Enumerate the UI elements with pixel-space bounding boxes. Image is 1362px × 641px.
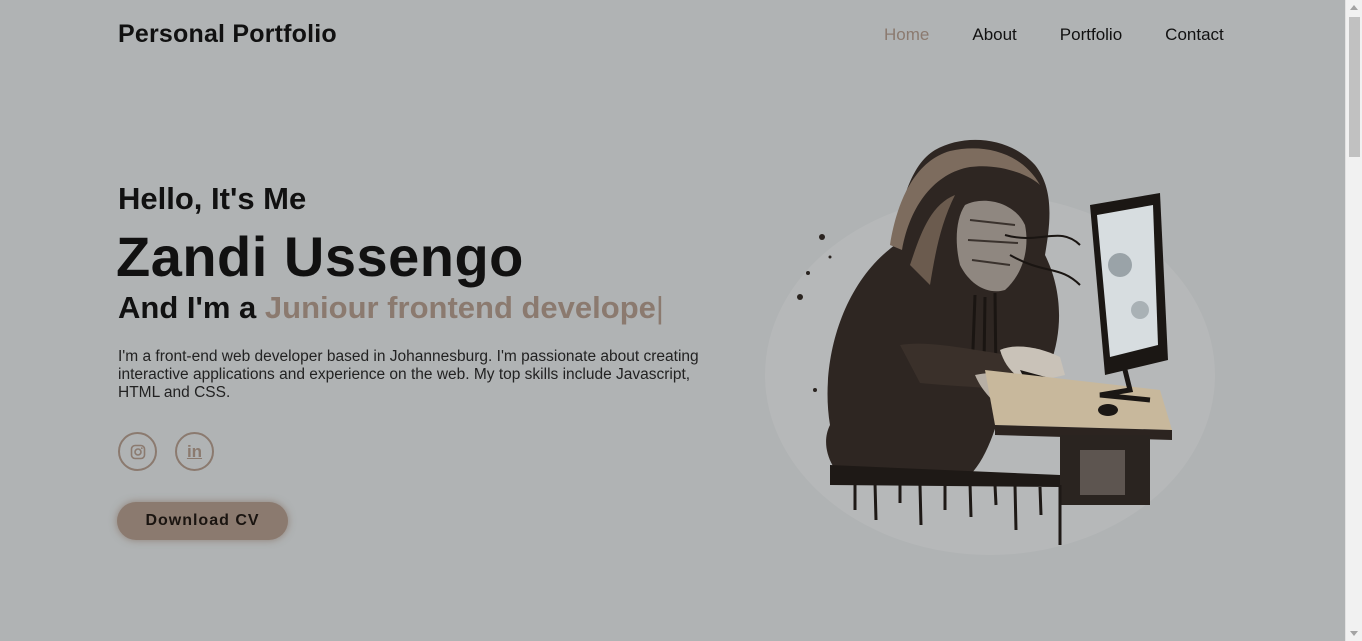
nav-about[interactable]: About xyxy=(972,25,1016,45)
typing-cursor: | xyxy=(655,290,664,325)
hero-image xyxy=(760,125,1220,565)
download-cv-button[interactable]: Download CV xyxy=(117,502,288,540)
hero-role: And I'm a Juniour frontend develope| xyxy=(118,290,664,326)
nav-portfolio[interactable]: Portfolio xyxy=(1060,25,1122,45)
instagram-icon xyxy=(130,444,145,459)
scroll-up-arrow-icon[interactable] xyxy=(1350,5,1358,10)
main-nav: Home About Portfolio Contact xyxy=(884,25,1224,45)
nav-contact[interactable]: Contact xyxy=(1165,25,1224,45)
instagram-link[interactable] xyxy=(118,432,157,471)
hero-greeting: Hello, It's Me xyxy=(118,181,307,216)
vertical-scrollbar[interactable] xyxy=(1345,0,1362,641)
linkedin-icon: in xyxy=(186,441,203,461)
hero-name: Zandi Ussengo xyxy=(116,225,524,288)
hero-bio: I'm a front-end web developer based in J… xyxy=(118,348,699,401)
linkedin-link[interactable]: in xyxy=(175,432,214,471)
role-prefix: And I'm a xyxy=(118,290,257,325)
nav-home[interactable]: Home xyxy=(884,25,929,45)
role-typed-text: Juniour frontend develope xyxy=(264,290,656,325)
site-logo[interactable]: Personal Portfolio xyxy=(118,20,337,49)
scrollbar-thumb[interactable] xyxy=(1349,17,1360,157)
social-links: in xyxy=(118,432,214,471)
scroll-down-arrow-icon[interactable] xyxy=(1350,631,1358,636)
page: Personal Portfolio Home About Portfolio … xyxy=(0,0,1345,641)
hacker-illustration xyxy=(765,139,1215,555)
